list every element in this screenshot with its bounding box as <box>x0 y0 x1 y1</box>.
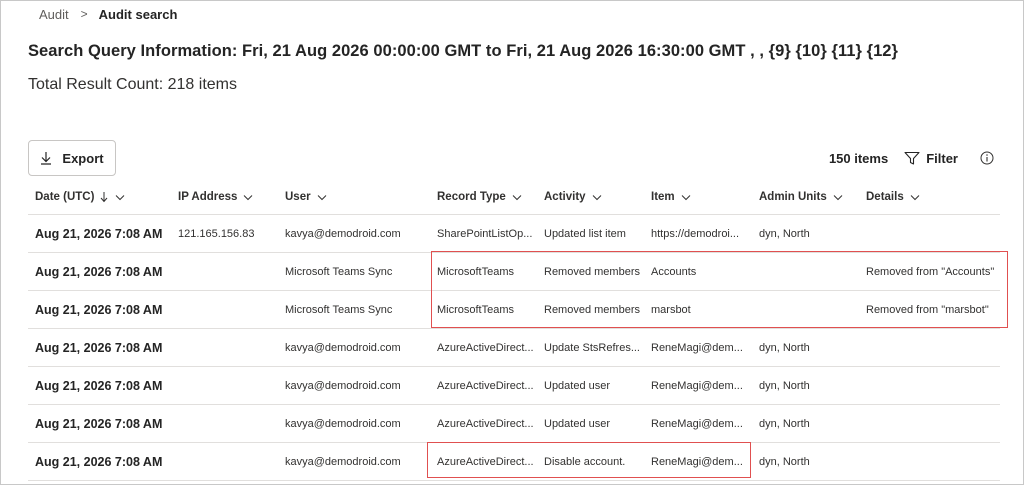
breadcrumb-separator: > <box>80 7 88 21</box>
item-count: 150 items <box>828 150 889 166</box>
column-header-item[interactable]: Item <box>651 180 691 214</box>
column-header-details[interactable]: Details <box>866 180 920 214</box>
cell-record-type: AzureActiveDirect... <box>437 455 534 468</box>
cell-ip-address <box>178 253 282 290</box>
breadcrumb-audit-link[interactable]: Audit <box>39 7 69 22</box>
cell-record-type: AzureActiveDirect... <box>437 379 534 392</box>
cell-admin-units: dyn, North <box>759 341 810 354</box>
cell-item: marsbot <box>651 303 691 316</box>
cell-ip-address: 121.165.156.83 <box>178 227 255 240</box>
cell-admin-units <box>759 253 863 290</box>
cell-activity: Update StsRefres... <box>544 341 640 354</box>
cell-admin-units: dyn, North <box>759 227 810 240</box>
cell-date: Aug 21, 2026 7:08 AM <box>35 302 163 317</box>
chevron-down-icon <box>317 194 326 200</box>
download-icon <box>41 152 52 165</box>
cell-date: Aug 21, 2026 7:08 AM <box>35 416 163 431</box>
cell-record-type: SharePointListOp... <box>437 227 533 240</box>
chevron-down-icon <box>681 194 691 200</box>
cell-details: Removed from "marsbot" <box>866 303 989 316</box>
cell-user: kavya@demodroid.com <box>285 455 401 468</box>
cell-details <box>866 443 1000 480</box>
cell-details: Removed from "Accounts" <box>866 265 995 278</box>
cell-details <box>866 405 1000 442</box>
column-header-record-type[interactable]: Record Type <box>437 180 522 214</box>
table-row[interactable]: Aug 21, 2026 7:08 AM kavya@demodroid.com… <box>28 405 1000 443</box>
cell-user: Microsoft Teams Sync <box>285 265 393 278</box>
chevron-down-icon <box>244 194 253 200</box>
cell-record-type: AzureActiveDirect... <box>437 341 534 354</box>
chevron-down-icon <box>833 194 843 200</box>
cell-activity: Updated list item <box>544 227 626 240</box>
cell-item: ReneMagi@dem... <box>651 455 743 468</box>
cell-ip-address <box>178 329 282 366</box>
table-toolbar: 150 items Filter <box>829 149 994 167</box>
export-button[interactable]: Export <box>28 140 116 176</box>
table-row[interactable]: Aug 21, 2026 7:08 AM kavya@demodroid.com… <box>28 329 1000 367</box>
total-result-count: Total Result Count: 218 items <box>28 76 237 93</box>
table-row[interactable]: Aug 21, 2026 7:08 AM Microsoft Teams Syn… <box>28 291 1000 329</box>
cell-activity: Updated user <box>544 417 611 430</box>
cell-details <box>866 329 1000 366</box>
cell-activity: Removed members <box>544 265 640 278</box>
cell-details <box>866 367 1000 404</box>
chevron-down-icon <box>592 194 601 200</box>
cell-date: Aug 21, 2026 7:08 AM <box>35 264 163 279</box>
table-header: Date (UTC) IP Address User Record Type A… <box>28 180 1000 215</box>
cell-activity: Updated user <box>544 379 611 392</box>
filter-button[interactable]: Filter <box>904 151 958 166</box>
table-row[interactable]: Aug 21, 2026 7:08 AM kavya@demodroid.com… <box>28 367 1000 405</box>
cell-item: https://demodroi... <box>651 227 740 240</box>
cell-date: Aug 21, 2026 7:08 AM <box>35 378 163 393</box>
cell-admin-units: dyn, North <box>759 417 810 430</box>
filter-icon <box>904 151 920 165</box>
cell-item: ReneMagi@dem... <box>651 417 743 430</box>
column-header-user[interactable]: User <box>285 180 327 214</box>
cell-record-type: AzureActiveDirect... <box>437 417 534 430</box>
cell-details <box>866 215 1000 252</box>
cell-item: ReneMagi@dem... <box>651 341 743 354</box>
cell-item: Accounts <box>651 265 697 278</box>
column-header-activity[interactable]: Activity <box>544 180 602 214</box>
cell-user: Microsoft Teams Sync <box>285 303 393 316</box>
cell-user: kavya@demodroid.com <box>285 341 401 354</box>
table-row[interactable]: Aug 21, 2026 7:08 AM Microsoft Teams Syn… <box>28 253 1000 291</box>
chevron-down-icon <box>116 194 125 200</box>
chevron-down-icon <box>910 194 920 200</box>
chevron-down-icon <box>512 194 522 200</box>
cell-admin-units: dyn, North <box>759 379 810 392</box>
export-label: Export <box>62 150 104 166</box>
column-header-admin-units[interactable]: Admin Units <box>759 180 843 214</box>
cell-record-type: MicrosoftTeams <box>437 265 515 278</box>
search-query-title: Search Query Information: Fri, 21 Aug 20… <box>28 42 899 60</box>
filter-label: Filter <box>926 150 958 166</box>
cell-user: kavya@demodroid.com <box>285 379 401 392</box>
cell-admin-units: dyn, North <box>759 455 810 468</box>
cell-ip-address <box>178 405 282 442</box>
cell-user: kavya@demodroid.com <box>285 417 401 430</box>
table-row[interactable]: Aug 21, 2026 7:08 AM kavya@demodroid.com… <box>28 443 1000 481</box>
column-header-date[interactable]: Date (UTC) <box>35 180 125 214</box>
cell-record-type: MicrosoftTeams <box>437 303 515 316</box>
cell-activity: Disable account. <box>544 455 626 468</box>
table-row[interactable]: Aug 21, 2026 7:08 AM 121.165.156.83 kavy… <box>28 215 1000 253</box>
column-header-ip-address[interactable]: IP Address <box>178 180 253 214</box>
info-icon[interactable] <box>980 151 994 165</box>
cell-admin-units <box>759 291 863 328</box>
cell-date: Aug 21, 2026 7:08 AM <box>35 454 163 469</box>
cell-ip-address <box>178 291 282 328</box>
cell-ip-address <box>178 367 282 404</box>
sort-down-icon <box>101 192 108 203</box>
breadcrumb-current: Audit search <box>98 6 178 22</box>
cell-date: Aug 21, 2026 7:08 AM <box>35 226 163 241</box>
cell-user: kavya@demodroid.com <box>285 227 401 240</box>
cell-date: Aug 21, 2026 7:08 AM <box>35 340 163 355</box>
breadcrumb: Audit > Audit search <box>39 6 177 22</box>
cell-activity: Removed members <box>544 303 640 316</box>
cell-item: ReneMagi@dem... <box>651 379 743 392</box>
cell-ip-address <box>178 443 282 480</box>
